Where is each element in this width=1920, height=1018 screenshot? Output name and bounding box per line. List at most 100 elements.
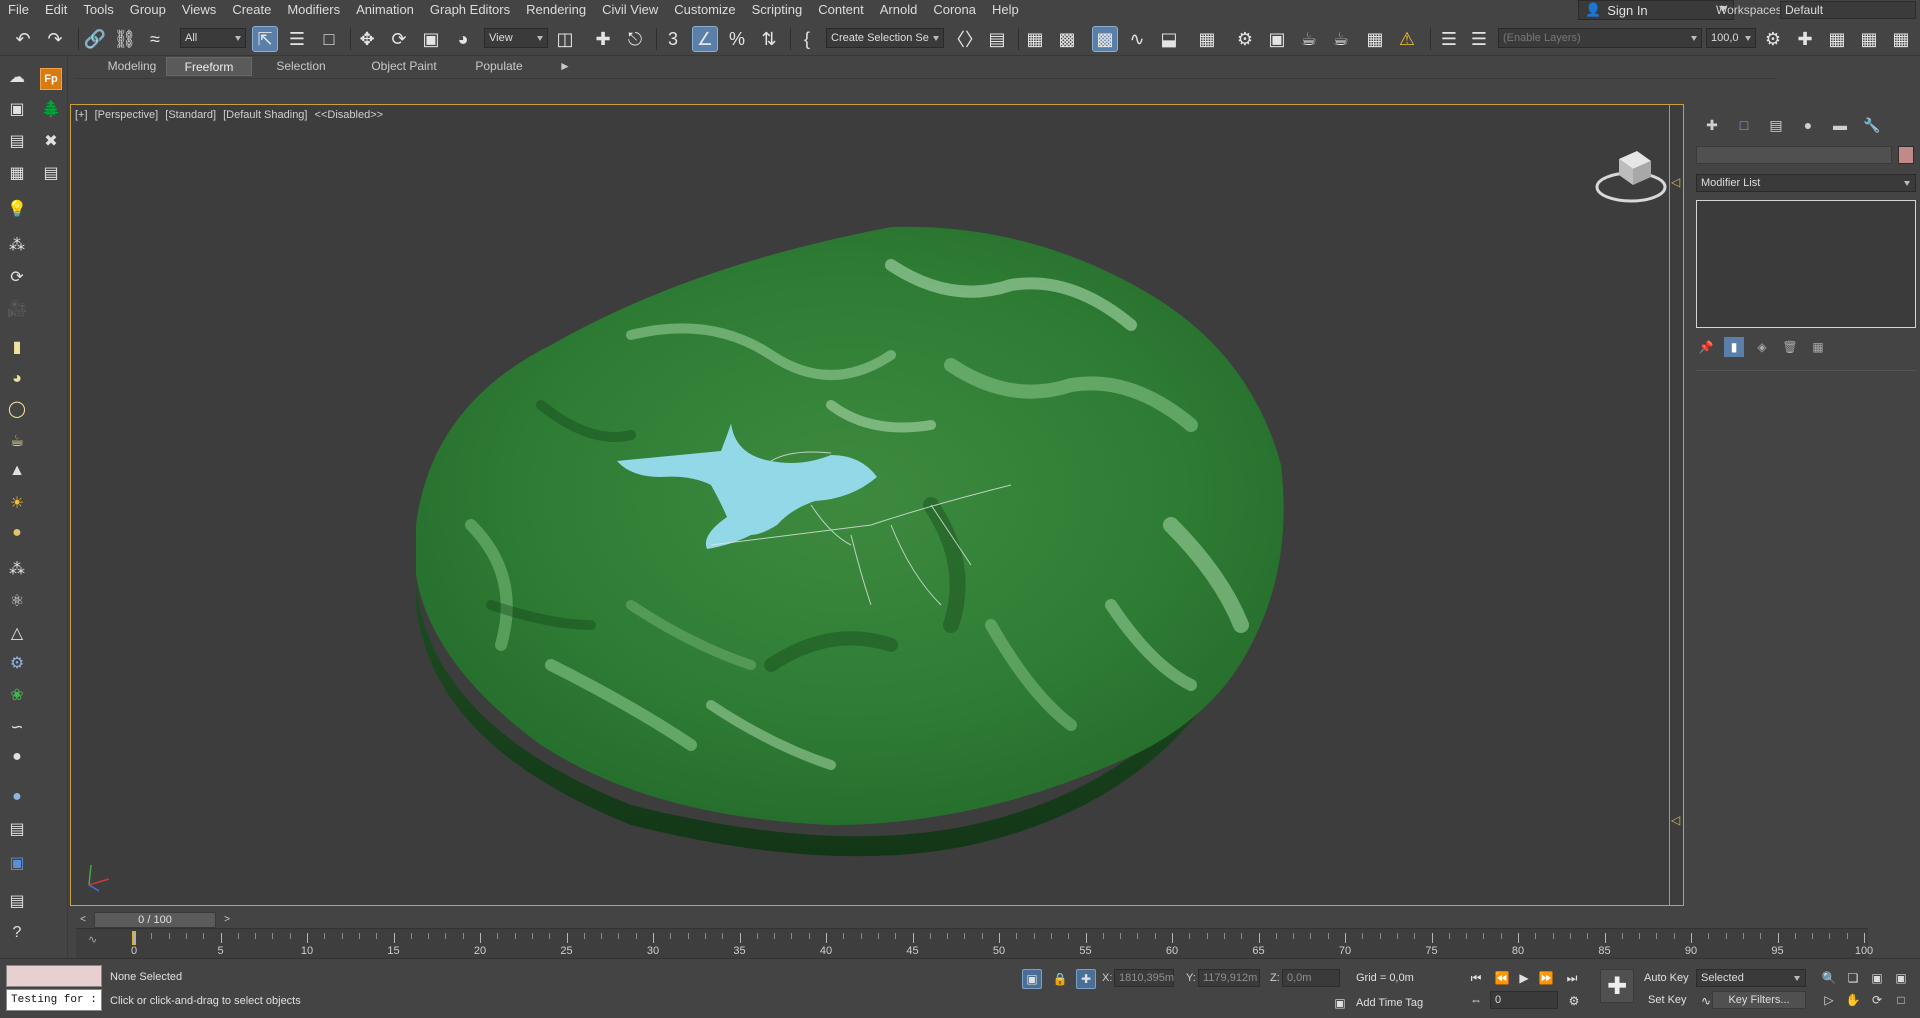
snaps-toggle-icon[interactable]: 3: [660, 26, 686, 52]
menu-rendering[interactable]: Rendering: [518, 0, 594, 20]
menu-graph-editors[interactable]: Graph Editors: [422, 0, 518, 20]
transform-icon[interactable]: △: [6, 622, 28, 644]
material-sphere-icon[interactable]: ●: [6, 522, 28, 544]
tab-modeling[interactable]: Modeling: [92, 57, 172, 76]
menu-modifiers[interactable]: Modifiers: [279, 0, 348, 20]
tree-icon[interactable]: 🌲: [40, 98, 62, 120]
edit-named-selection-icon[interactable]: {: [794, 26, 820, 52]
time-configuration-icon[interactable]: ⚙: [1564, 991, 1584, 1011]
mini-curve-editor-icon[interactable]: ∿: [88, 933, 97, 946]
show-end-result-icon[interactable]: ▮: [1724, 337, 1744, 357]
previous-frame-icon[interactable]: ⏪: [1492, 969, 1512, 987]
maxscript-listener-output[interactable]: [6, 965, 102, 987]
key-mode-select[interactable]: Selected: [1696, 969, 1806, 987]
camera-icon[interactable]: 🎥: [6, 298, 28, 320]
tab-object-paint[interactable]: Object Paint: [356, 57, 452, 76]
auto-key-button[interactable]: Auto Key: [1644, 972, 1689, 984]
menu-help[interactable]: Help: [984, 0, 1027, 20]
grid-panel-icon[interactable]: ▦: [6, 162, 28, 184]
script-icon[interactable]: ▤: [6, 818, 28, 840]
menu-customize[interactable]: Customize: [666, 0, 743, 20]
light-bulb-icon[interactable]: 💡: [6, 198, 28, 220]
layer-select[interactable]: (Enable Layers): [1498, 28, 1702, 48]
layer-icon-a[interactable]: ▦: [1824, 26, 1850, 52]
next-frame-icon[interactable]: ⏩: [1536, 969, 1556, 987]
viewport-layout-icon[interactable]: ☁: [6, 66, 28, 88]
key-mode-toggle-icon[interactable]: ⇔: [1466, 991, 1486, 1009]
go-to-end-icon[interactable]: ⏭: [1562, 969, 1582, 987]
selection-filter-select[interactable]: All: [180, 28, 246, 48]
move-icon[interactable]: ✥: [354, 26, 380, 52]
bind-space-warp-icon[interactable]: ≈: [142, 26, 168, 52]
configure-modifier-sets-icon[interactable]: ▦: [1808, 337, 1828, 357]
angle-snap-icon[interactable]: ∠: [692, 26, 718, 52]
ribbon-options-icon[interactable]: ►: [550, 57, 580, 76]
layer-manager-icon[interactable]: ⚙: [1760, 26, 1786, 52]
grass-icon[interactable]: ❀: [6, 684, 28, 706]
link-icon[interactable]: 🔗: [82, 26, 108, 52]
rotate-icon[interactable]: ⟳: [386, 26, 412, 52]
zoom-all-icon[interactable]: ❏: [1844, 969, 1862, 987]
rectangular-selection-icon[interactable]: □: [316, 26, 342, 52]
modifier-stack[interactable]: [1696, 200, 1916, 328]
spinner-snap-icon[interactable]: ⇅: [756, 26, 782, 52]
modify-tab-icon[interactable]: □: [1728, 114, 1760, 136]
viewcube[interactable]: [1591, 135, 1671, 215]
selection-lock-icon[interactable]: 🔒: [1050, 969, 1070, 989]
layer-icon-b[interactable]: ▦: [1856, 26, 1882, 52]
orbit-icon[interactable]: ⟳: [1868, 991, 1886, 1009]
rendered-frame-window-icon[interactable]: ▣: [1264, 26, 1290, 52]
list-panel-icon[interactable]: ▤: [40, 162, 62, 184]
forest-pack-icon[interactable]: Fp: [40, 68, 62, 90]
layer-value-field[interactable]: 100,0: [1706, 28, 1756, 48]
select-by-name-icon[interactable]: ☰: [284, 26, 310, 52]
corona-toolbar-icon[interactable]: ▦: [1362, 26, 1388, 52]
warning-icon[interactable]: ⚠: [1394, 26, 1420, 52]
teapot-icon[interactable]: ☕: [6, 430, 28, 452]
set-key-button[interactable]: Set Key: [1648, 994, 1687, 1006]
hemisphere-icon[interactable]: ◕: [6, 368, 28, 390]
render-setup-icon[interactable]: ⚙: [1232, 26, 1258, 52]
menu-tools[interactable]: Tools: [75, 0, 121, 20]
gear-icon[interactable]: ⚙: [6, 652, 28, 674]
modifier-list-select[interactable]: Modifier List: [1696, 174, 1916, 192]
terrain-model[interactable]: [71, 105, 1685, 907]
remove-modifier-icon[interactable]: 🗑: [1780, 337, 1800, 357]
image-icon[interactable]: ▣: [6, 98, 28, 120]
place-icon[interactable]: ◕: [450, 26, 476, 52]
y-coordinate-field[interactable]: 1179,912m: [1198, 969, 1260, 987]
time-tag-icon[interactable]: ▣: [1330, 993, 1350, 1013]
document-icon[interactable]: ▤: [6, 130, 28, 152]
menu-views[interactable]: Views: [174, 0, 224, 20]
scene-explorer-icon[interactable]: ▦: [1022, 26, 1048, 52]
menu-civil-view[interactable]: Civil View: [594, 0, 666, 20]
time-slider-thumb[interactable]: 0 / 100: [94, 912, 216, 928]
layer-explorer-icon[interactable]: ▩: [1054, 26, 1080, 52]
globe-icon[interactable]: ●: [6, 786, 28, 808]
object-color-swatch[interactable]: [1898, 146, 1914, 164]
layers-icon[interactable]: ☰: [1436, 26, 1462, 52]
zoom-extents-icon[interactable]: ▣: [1868, 969, 1886, 987]
reference-coordinate-select[interactable]: View: [484, 28, 548, 48]
maxscript-listener-input[interactable]: Testing for :: [6, 989, 102, 1011]
named-selection-set-select[interactable]: Create Selection Se: [826, 28, 944, 48]
prev-frame-icon[interactable]: <: [76, 912, 90, 928]
box-icon[interactable]: ▮: [6, 336, 28, 358]
absolute-mode-icon[interactable]: ✚: [1076, 969, 1096, 989]
workspace-select[interactable]: Default: [1780, 1, 1916, 19]
go-to-start-icon[interactable]: ⏮: [1466, 969, 1486, 987]
menu-arnold[interactable]: Arnold: [872, 0, 926, 20]
scale-icon[interactable]: ▣: [418, 26, 444, 52]
key-filters-button[interactable]: Key Filters...: [1712, 991, 1806, 1009]
add-layer-icon[interactable]: ✚: [1792, 26, 1818, 52]
set-keys-icon[interactable]: ✚: [1600, 969, 1634, 1003]
display-tab-icon[interactable]: ▬: [1824, 114, 1856, 136]
motion-tab-icon[interactable]: ●: [1792, 114, 1824, 136]
object-name-field[interactable]: [1696, 146, 1892, 164]
render-icon[interactable]: ▣: [6, 852, 28, 874]
make-unique-icon[interactable]: ◈: [1752, 337, 1772, 357]
schematic-view-icon[interactable]: ⬓: [1156, 26, 1182, 52]
pan-view-icon[interactable]: ✋: [1844, 991, 1862, 1009]
spiral-icon[interactable]: ⟳: [6, 266, 28, 288]
menu-corona[interactable]: Corona: [925, 0, 984, 20]
